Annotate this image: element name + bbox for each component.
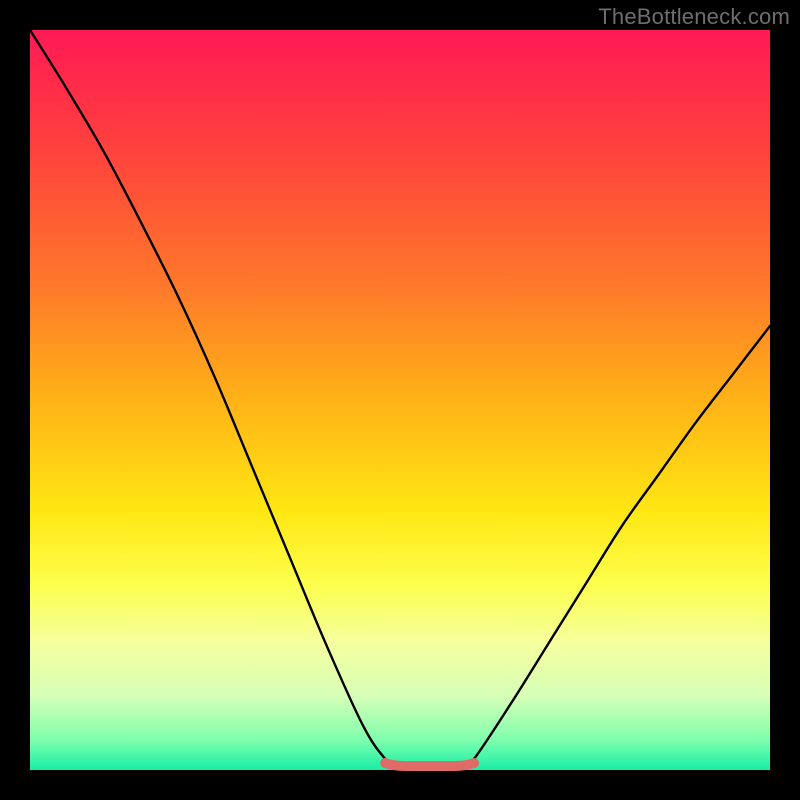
attribution-text: TheBottleneck.com (598, 4, 790, 30)
highlight-segment (385, 763, 474, 766)
plot-area (30, 30, 770, 770)
chart-frame: TheBottleneck.com (0, 0, 800, 800)
bottleneck-curve (30, 30, 770, 771)
curve-layer (30, 30, 770, 770)
